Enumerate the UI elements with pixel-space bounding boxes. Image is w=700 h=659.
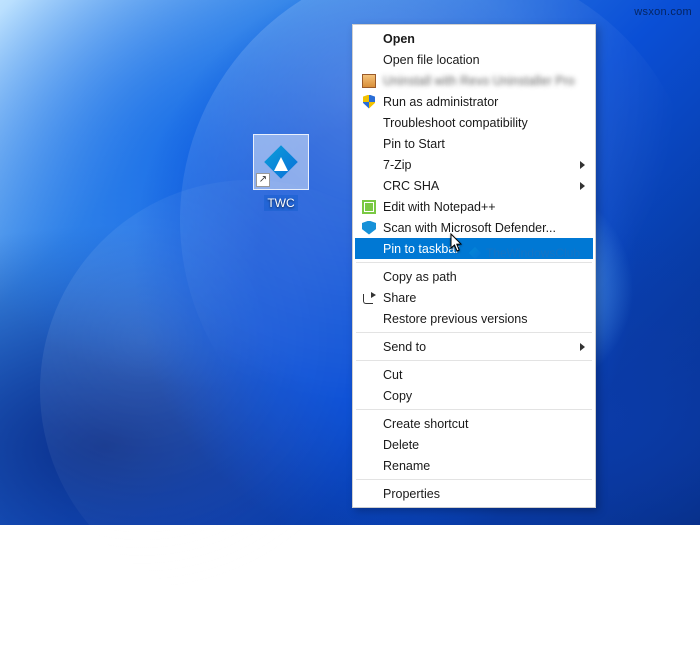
menu-label: Troubleshoot compatibility xyxy=(383,116,528,130)
menu-separator xyxy=(356,360,592,361)
menu-label: Edit with Notepad++ xyxy=(383,200,496,214)
menu-open-file-location[interactable]: Open file location xyxy=(355,49,593,70)
menu-label: Pin to taskbar xyxy=(383,242,459,256)
menu-troubleshoot-compat[interactable]: Troubleshoot compatibility xyxy=(355,112,593,133)
shield-icon xyxy=(361,94,377,110)
menu-label: Uninstall with Revo Uninstaller Pro xyxy=(383,74,575,88)
desktop-shortcut-twc[interactable]: ↗ TWC xyxy=(248,134,314,212)
menu-cut[interactable]: Cut xyxy=(355,364,593,385)
menu-delete[interactable]: Delete xyxy=(355,434,593,455)
menu-label: Create shortcut xyxy=(383,417,468,431)
menu-separator xyxy=(356,479,592,480)
menu-label: Delete xyxy=(383,438,419,452)
chevron-right-icon xyxy=(580,343,585,351)
watermark-site: wsxon.com xyxy=(634,6,692,18)
desktop-shortcut-icon: ↗ xyxy=(253,134,309,190)
menu-label: Rename xyxy=(383,459,430,473)
menu-label: Copy xyxy=(383,389,412,403)
menu-pin-to-start[interactable]: Pin to Start xyxy=(355,133,593,154)
menu-open[interactable]: Open xyxy=(355,28,593,49)
menu-label: Cut xyxy=(383,368,402,382)
menu-label: Restore previous versions xyxy=(383,312,528,326)
menu-create-shortcut[interactable]: Create shortcut xyxy=(355,413,593,434)
notepadpp-icon xyxy=(361,199,377,215)
menu-label: Properties xyxy=(383,487,440,501)
menu-run-as-admin[interactable]: Run as administrator xyxy=(355,91,593,112)
menu-label: Run as administrator xyxy=(383,95,498,109)
shortcut-overlay-icon: ↗ xyxy=(256,173,270,187)
menu-label: Copy as path xyxy=(383,270,457,284)
menu-properties[interactable]: Properties xyxy=(355,483,593,504)
menu-copy-as-path[interactable]: Copy as path xyxy=(355,266,593,287)
menu-copy[interactable]: Copy xyxy=(355,385,593,406)
chevron-right-icon xyxy=(580,161,585,169)
menu-separator xyxy=(356,262,592,263)
menu-edit-notepadpp[interactable]: Edit with Notepad++ xyxy=(355,196,593,217)
menu-7zip[interactable]: 7-Zip xyxy=(355,154,593,175)
menu-label: Open xyxy=(383,32,415,46)
box-icon xyxy=(361,73,377,89)
menu-label: CRC SHA xyxy=(383,179,439,193)
menu-restore-previous-versions[interactable]: Restore previous versions xyxy=(355,308,593,329)
menu-separator xyxy=(356,409,592,410)
menu-separator xyxy=(356,332,592,333)
menu-crc-sha[interactable]: CRC SHA xyxy=(355,175,593,196)
menu-pin-to-taskbar[interactable]: Pin to taskbar xyxy=(355,238,593,259)
context-menu: Open Open file location Uninstall with R… xyxy=(352,24,596,508)
menu-label: Pin to Start xyxy=(383,137,445,151)
menu-label: Open file location xyxy=(383,53,480,67)
desktop-shortcut-label: TWC xyxy=(264,195,297,211)
menu-scan-defender[interactable]: Scan with Microsoft Defender... xyxy=(355,217,593,238)
defender-icon xyxy=(361,220,377,236)
menu-label: Share xyxy=(383,291,416,305)
menu-label: 7-Zip xyxy=(383,158,411,172)
chevron-right-icon xyxy=(580,182,585,190)
menu-share[interactable]: Share xyxy=(355,287,593,308)
menu-rename[interactable]: Rename xyxy=(355,455,593,476)
menu-label: Send to xyxy=(383,340,426,354)
share-icon xyxy=(361,290,377,306)
menu-label: Scan with Microsoft Defender... xyxy=(383,221,556,235)
menu-send-to[interactable]: Send to xyxy=(355,336,593,357)
menu-uninstall[interactable]: Uninstall with Revo Uninstaller Pro xyxy=(355,70,593,91)
